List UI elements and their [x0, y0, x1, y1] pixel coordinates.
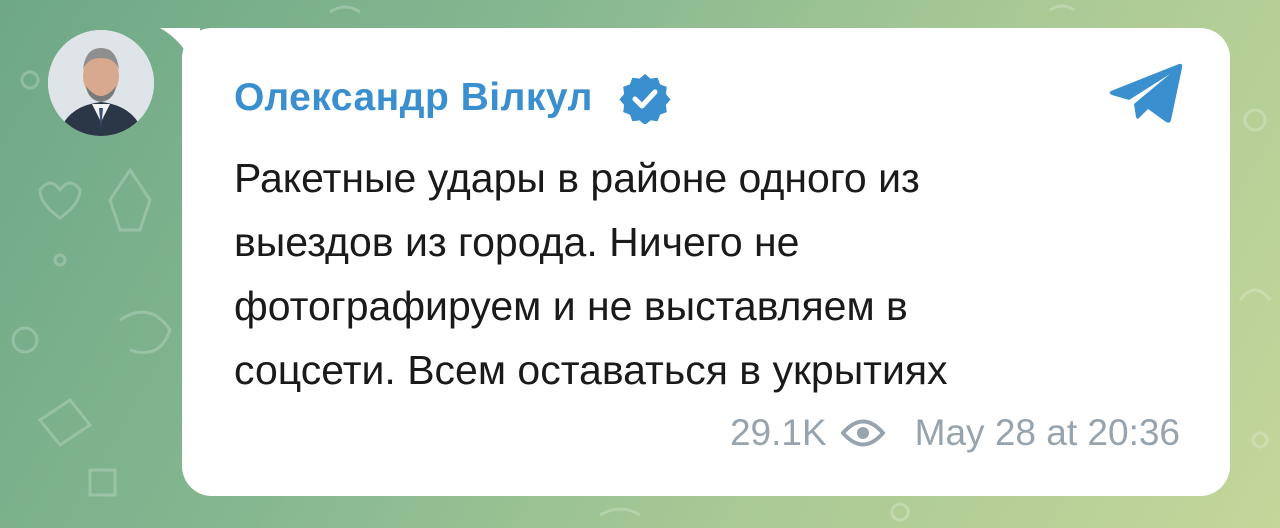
- telegram-icon[interactable]: [1108, 62, 1184, 126]
- message-timestamp: May 28 at 20:36: [914, 412, 1180, 453]
- message-bubble: Олександр Вілкул Ракетные удары в районе…: [182, 28, 1230, 496]
- message-text: Ракетные удары в районе одного из выездо…: [234, 155, 948, 393]
- author-avatar[interactable]: [48, 30, 154, 136]
- verified-badge-icon: [619, 74, 671, 124]
- author-name[interactable]: Олександр Вілкул: [234, 76, 593, 120]
- message-meta: 29.1K May 28 at 20:36: [730, 412, 1180, 454]
- eye-icon: [840, 419, 885, 447]
- message-header: Олександр Вілкул: [234, 72, 671, 124]
- view-count: 29.1K: [729, 412, 827, 453]
